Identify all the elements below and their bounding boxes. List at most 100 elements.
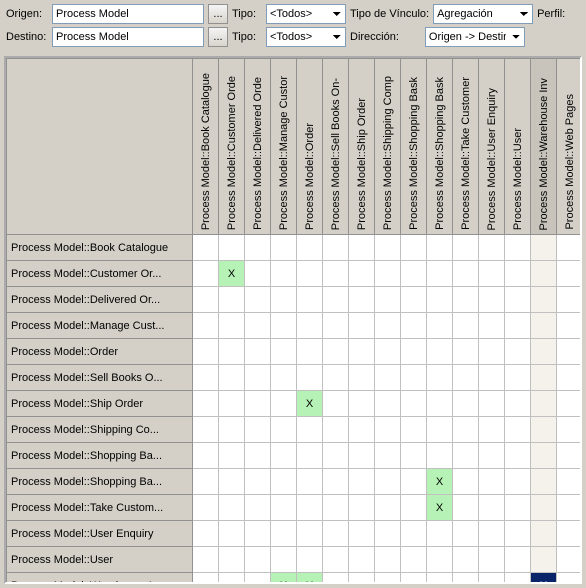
matrix-cell[interactable]: [401, 339, 427, 365]
matrix-cell[interactable]: [323, 313, 349, 339]
row-header[interactable]: Process Model::Take Custom...: [7, 495, 193, 521]
matrix-cell[interactable]: [479, 521, 505, 547]
matrix-cell[interactable]: [245, 521, 271, 547]
matrix-cell[interactable]: [557, 313, 583, 339]
column-header[interactable]: Process Model::Shopping Bask: [401, 59, 427, 235]
matrix-cell[interactable]: [453, 495, 479, 521]
matrix-cell[interactable]: [401, 521, 427, 547]
matrix-cell[interactable]: [505, 547, 531, 573]
matrix-cell[interactable]: [479, 443, 505, 469]
matrix-cell[interactable]: [427, 573, 453, 585]
matrix-cell[interactable]: [375, 521, 401, 547]
matrix-cell[interactable]: [505, 417, 531, 443]
column-header[interactable]: Process Model::Shopping Bask: [427, 59, 453, 235]
matrix-cell[interactable]: [531, 417, 557, 443]
matrix-cell[interactable]: [479, 417, 505, 443]
tipo-select-1[interactable]: <Todos>: [266, 4, 346, 24]
matrix-cell[interactable]: [375, 417, 401, 443]
matrix-cell[interactable]: [427, 235, 453, 261]
matrix-cell[interactable]: [401, 261, 427, 287]
matrix-cell[interactable]: [557, 391, 583, 417]
matrix-cell[interactable]: [193, 469, 219, 495]
matrix-cell[interactable]: [245, 495, 271, 521]
row-header[interactable]: Process Model::Delivered Or...: [7, 287, 193, 313]
matrix-cell[interactable]: [297, 443, 323, 469]
matrix-cell[interactable]: [219, 365, 245, 391]
column-header[interactable]: Process Model::Customer Orde: [219, 59, 245, 235]
matrix-cell[interactable]: [219, 521, 245, 547]
matrix-cell[interactable]: [401, 417, 427, 443]
matrix-cell[interactable]: [375, 495, 401, 521]
matrix-cell[interactable]: [349, 313, 375, 339]
matrix-cell[interactable]: [557, 521, 583, 547]
matrix-cell[interactable]: [427, 313, 453, 339]
matrix-cell[interactable]: [245, 391, 271, 417]
column-header[interactable]: Process Model::Order: [297, 59, 323, 235]
matrix-cell[interactable]: [193, 547, 219, 573]
matrix-cell[interactable]: [349, 261, 375, 287]
matrix-cell[interactable]: [271, 495, 297, 521]
matrix-cell[interactable]: [427, 287, 453, 313]
matrix-cell[interactable]: [349, 365, 375, 391]
matrix-cell[interactable]: [193, 235, 219, 261]
matrix-cell[interactable]: X: [297, 391, 323, 417]
matrix-cell[interactable]: [479, 547, 505, 573]
row-header[interactable]: Process Model::Customer Or...: [7, 261, 193, 287]
matrix-cell[interactable]: [479, 235, 505, 261]
matrix-cell[interactable]: [219, 391, 245, 417]
destino-field[interactable]: [52, 27, 204, 47]
matrix-cell[interactable]: [349, 547, 375, 573]
matrix-cell[interactable]: [505, 443, 531, 469]
matrix-cell[interactable]: [427, 521, 453, 547]
matrix-cell[interactable]: [245, 313, 271, 339]
matrix-cell[interactable]: [375, 391, 401, 417]
matrix-cell[interactable]: [193, 443, 219, 469]
matrix-cell[interactable]: [479, 365, 505, 391]
matrix-cell[interactable]: [531, 547, 557, 573]
matrix-cell[interactable]: [427, 391, 453, 417]
matrix-cell[interactable]: [219, 495, 245, 521]
matrix-cell[interactable]: [375, 547, 401, 573]
matrix-cell[interactable]: [453, 261, 479, 287]
row-header[interactable]: Process Model::User: [7, 547, 193, 573]
matrix-cell[interactable]: [349, 417, 375, 443]
row-header[interactable]: Process Model::Shipping Co...: [7, 417, 193, 443]
matrix-cell[interactable]: [323, 573, 349, 585]
matrix-cell[interactable]: [271, 521, 297, 547]
matrix-cell[interactable]: [349, 235, 375, 261]
matrix-cell[interactable]: X: [427, 495, 453, 521]
matrix-cell[interactable]: [531, 365, 557, 391]
matrix-cell[interactable]: [193, 261, 219, 287]
matrix-cell[interactable]: [297, 261, 323, 287]
matrix-cell[interactable]: [505, 391, 531, 417]
matrix-cell[interactable]: [531, 313, 557, 339]
matrix-cell[interactable]: [193, 365, 219, 391]
matrix-cell[interactable]: [193, 287, 219, 313]
matrix-cell[interactable]: X: [427, 469, 453, 495]
column-header[interactable]: Process Model::User: [505, 59, 531, 235]
matrix-cell[interactable]: [297, 521, 323, 547]
matrix-cell[interactable]: [453, 313, 479, 339]
matrix-cell[interactable]: [323, 547, 349, 573]
matrix-cell[interactable]: [375, 313, 401, 339]
matrix-cell[interactable]: [349, 469, 375, 495]
matrix-cell[interactable]: [531, 469, 557, 495]
column-header[interactable]: Process Model::Web Pages: [557, 59, 583, 235]
column-header[interactable]: Process Model::User Enquiry: [479, 59, 505, 235]
row-header[interactable]: Process Model::Shopping Ba...: [7, 469, 193, 495]
matrix-cell[interactable]: [219, 287, 245, 313]
matrix-cell[interactable]: [323, 469, 349, 495]
matrix-cell[interactable]: [479, 261, 505, 287]
row-header[interactable]: Process Model::Manage Cust...: [7, 313, 193, 339]
matrix-cell[interactable]: [349, 521, 375, 547]
matrix-cell[interactable]: [505, 495, 531, 521]
column-header[interactable]: Process Model::Warehouse Inv: [531, 59, 557, 235]
matrix-cell[interactable]: [193, 495, 219, 521]
matrix-cell[interactable]: [375, 573, 401, 585]
matrix-cell[interactable]: [479, 469, 505, 495]
column-header[interactable]: Process Model::Manage Custor: [271, 59, 297, 235]
matrix-cell[interactable]: X: [297, 573, 323, 585]
matrix-cell[interactable]: [323, 261, 349, 287]
matrix-cell[interactable]: [453, 521, 479, 547]
matrix-cell[interactable]: [323, 417, 349, 443]
